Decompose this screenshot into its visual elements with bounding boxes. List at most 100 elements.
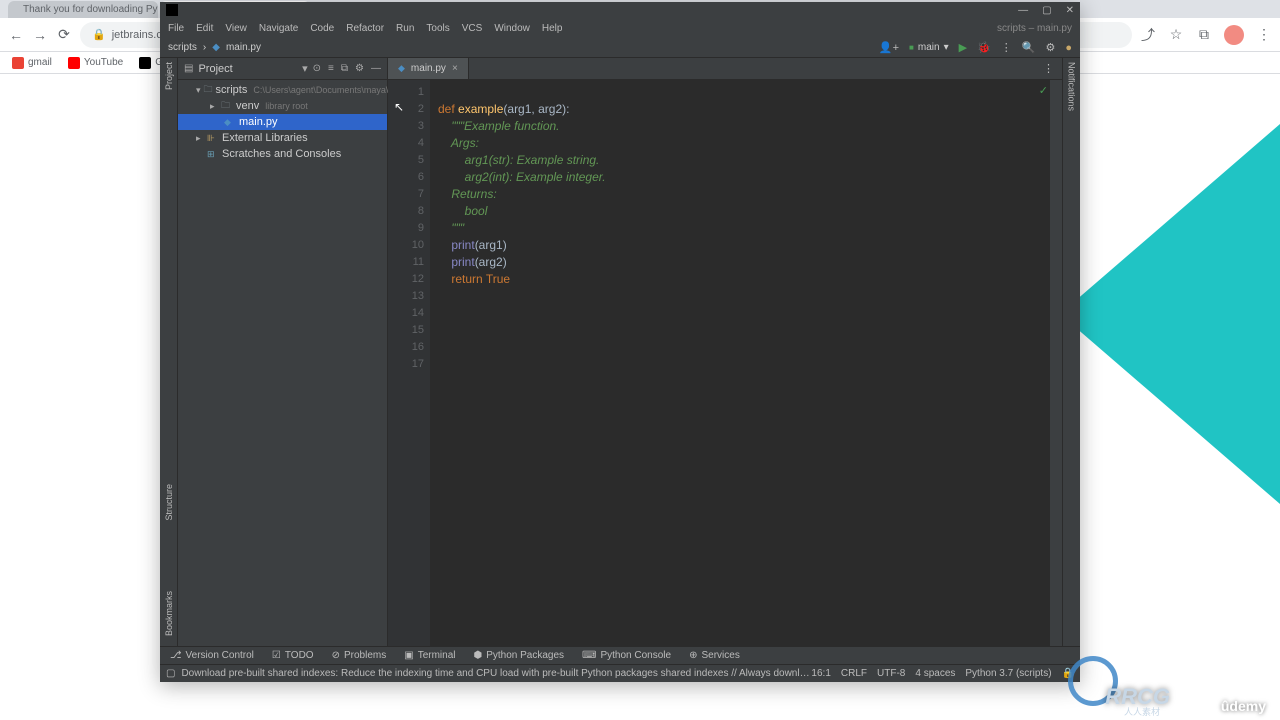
browser-tab-inactive[interactable]: Thank you for downloading PyC × (8, 1, 158, 18)
close-icon[interactable]: × (452, 63, 458, 74)
menu-code[interactable]: Code (310, 23, 334, 34)
menu-refactor[interactable]: Refactor (346, 23, 384, 34)
close-window-icon[interactable]: ✕ (1066, 5, 1074, 16)
menu-file[interactable]: File (168, 23, 184, 34)
forward-icon[interactable]: → (32, 27, 48, 43)
bookmark-label: gmail (28, 57, 52, 68)
tool-python-console[interactable]: ⌨Python Console (582, 650, 671, 661)
bookmark-youtube[interactable]: YouTube (68, 57, 123, 69)
status-message[interactable]: Download pre-built shared indexes: Reduc… (181, 668, 811, 679)
status-interpreter[interactable]: Python 3.7 (scripts) (965, 668, 1051, 679)
extensions-icon[interactable]: ⧉ (1196, 27, 1212, 43)
more-run-icon[interactable]: ⋮ (1001, 41, 1012, 54)
tool-todo[interactable]: ☑TODO (272, 650, 314, 661)
folder-icon: 🗀 (221, 98, 233, 114)
tree-label: External Libraries (222, 132, 308, 144)
tool-version-control[interactable]: ⎇ Version Control (170, 650, 254, 661)
bookmark-label: YouTube (84, 57, 123, 68)
vcs-icon: ⎇ (170, 650, 182, 661)
hide-icon[interactable]: — (371, 63, 381, 74)
status-icon[interactable]: ▢ (166, 668, 175, 679)
ide-app-icon (166, 4, 178, 16)
menu-run[interactable]: Run (396, 23, 414, 34)
expand-all-icon[interactable]: ≡ (328, 63, 334, 74)
python-file-icon: ◆ (398, 63, 405, 74)
todo-icon: ☑ (272, 650, 281, 661)
decorative-shape (1060, 124, 1280, 504)
youtube-icon (68, 57, 80, 69)
project-tree: ▾ 🗀 scripts C:\Users\agent\Documents\may… (178, 80, 387, 164)
status-line-sep[interactable]: CRLF (841, 668, 867, 679)
search-icon[interactable]: 🔍 (1022, 41, 1036, 54)
menu-navigate[interactable]: Navigate (259, 23, 298, 34)
maximize-icon[interactable]: ▢ (1042, 5, 1051, 16)
editor-scrollbar[interactable] (1050, 80, 1062, 646)
breadcrumb-root[interactable]: scripts (168, 42, 197, 53)
tool-problems[interactable]: ⊘Problems (332, 650, 387, 661)
tool-label: Terminal (418, 650, 456, 661)
breadcrumb[interactable]: scripts › ◆ main.py (168, 42, 261, 53)
tree-label: scripts (216, 84, 248, 96)
editor-tab-bar: ◆ main.py × ⋮ (388, 58, 1062, 80)
project-view-title[interactable]: Project (198, 63, 297, 75)
status-position[interactable]: 16:1 (811, 668, 830, 679)
tree-file-main[interactable]: ◆ main.py (178, 114, 387, 130)
tree-scratches[interactable]: ⊞ Scratches and Consoles (178, 146, 387, 162)
project-tool-button[interactable]: Project (164, 62, 174, 90)
bookmarks-tool-button[interactable]: Bookmarks (164, 591, 174, 636)
editor-tab-main[interactable]: ◆ main.py × (388, 58, 469, 79)
run-config-label: main (918, 42, 940, 53)
tree-venv[interactable]: ▸ 🗀 venv library root (178, 98, 387, 114)
menu-tools[interactable]: Tools (426, 23, 449, 34)
tool-python-packages[interactable]: ⬢Python Packages (473, 650, 564, 661)
settings-icon[interactable]: ⚙ (1045, 41, 1055, 54)
tool-terminal[interactable]: ▣ Terminal (404, 650, 455, 661)
window-title-text: scripts – main.py (997, 23, 1072, 34)
menu-edit[interactable]: Edit (196, 23, 213, 34)
back-icon[interactable]: ← (8, 27, 24, 43)
collapse-all-icon[interactable]: ⧉ (341, 63, 348, 74)
console-icon: ⌨ (582, 650, 596, 661)
tool-services[interactable]: ⊕Services (689, 650, 740, 661)
minimize-icon[interactable]: — (1018, 5, 1028, 16)
menu-vcs[interactable]: VCS (462, 23, 483, 34)
project-panel: ▤ Project ▾ ⊙ ≡ ⧉ ⚙ — ▾ 🗀 scripts C:\Use… (178, 58, 388, 646)
select-opened-icon[interactable]: ⊙ (313, 63, 321, 74)
run-config-selector[interactable]: main ▾ (909, 42, 949, 53)
gear-icon[interactable]: ⚙ (355, 63, 364, 74)
editor-tab-menu-icon[interactable]: ⋮ (1043, 62, 1062, 75)
reload-icon[interactable]: ⟳ (56, 27, 72, 43)
bottom-tool-bar: ⎇ Version Control ☑TODO ⊘Problems ▣ Termin… (160, 646, 1080, 664)
services-icon: ⊕ (689, 650, 697, 661)
tree-root[interactable]: ▾ 🗀 scripts C:\Users\agent\Documents\may… (178, 82, 387, 98)
run-icon[interactable]: ▶ (959, 41, 967, 54)
chevron-down-icon[interactable]: ▾ (302, 62, 308, 75)
breadcrumb-file[interactable]: main.py (226, 42, 261, 53)
menu-icon[interactable]: ⋮ (1256, 27, 1272, 43)
terminal-icon: ▣ (404, 650, 413, 661)
chevron-right-icon: › (203, 42, 206, 53)
notifications-tool-button[interactable]: Notifications (1067, 62, 1077, 111)
menu-help[interactable]: Help (542, 23, 563, 34)
status-encoding[interactable]: UTF-8 (877, 668, 905, 679)
tree-label: venv (236, 100, 259, 112)
avatar[interactable] (1224, 25, 1244, 45)
add-user-icon[interactable]: 👤+ (879, 41, 899, 54)
inspection-ok-icon[interactable]: ✓ (1039, 84, 1048, 97)
editor-content[interactable]: 1234567891011121314151617 def example(ar… (388, 80, 1062, 646)
menu-window[interactable]: Window (494, 23, 530, 34)
share-icon[interactable]: ⤴ (1140, 27, 1156, 43)
account-icon[interactable]: ● (1065, 42, 1072, 54)
status-indent[interactable]: 4 spaces (915, 668, 955, 679)
code-area[interactable]: def example(arg1, arg2): """Example func… (430, 80, 1062, 646)
structure-tool-button[interactable]: Structure (164, 484, 174, 521)
folder-icon: 🗀 (204, 82, 213, 98)
tree-external-libs[interactable]: ▸ ⊪ External Libraries (178, 130, 387, 146)
watermark-udemy: ûdemy (1221, 698, 1266, 714)
menu-view[interactable]: View (225, 23, 247, 34)
tool-label: Version Control (186, 650, 254, 661)
bookmark-icon[interactable]: ☆ (1168, 27, 1184, 43)
status-bar: ▢ Download pre-built shared indexes: Red… (160, 664, 1080, 682)
debug-icon[interactable]: 🐞 (977, 41, 991, 54)
bookmark-gmail[interactable]: gmail (12, 57, 52, 69)
